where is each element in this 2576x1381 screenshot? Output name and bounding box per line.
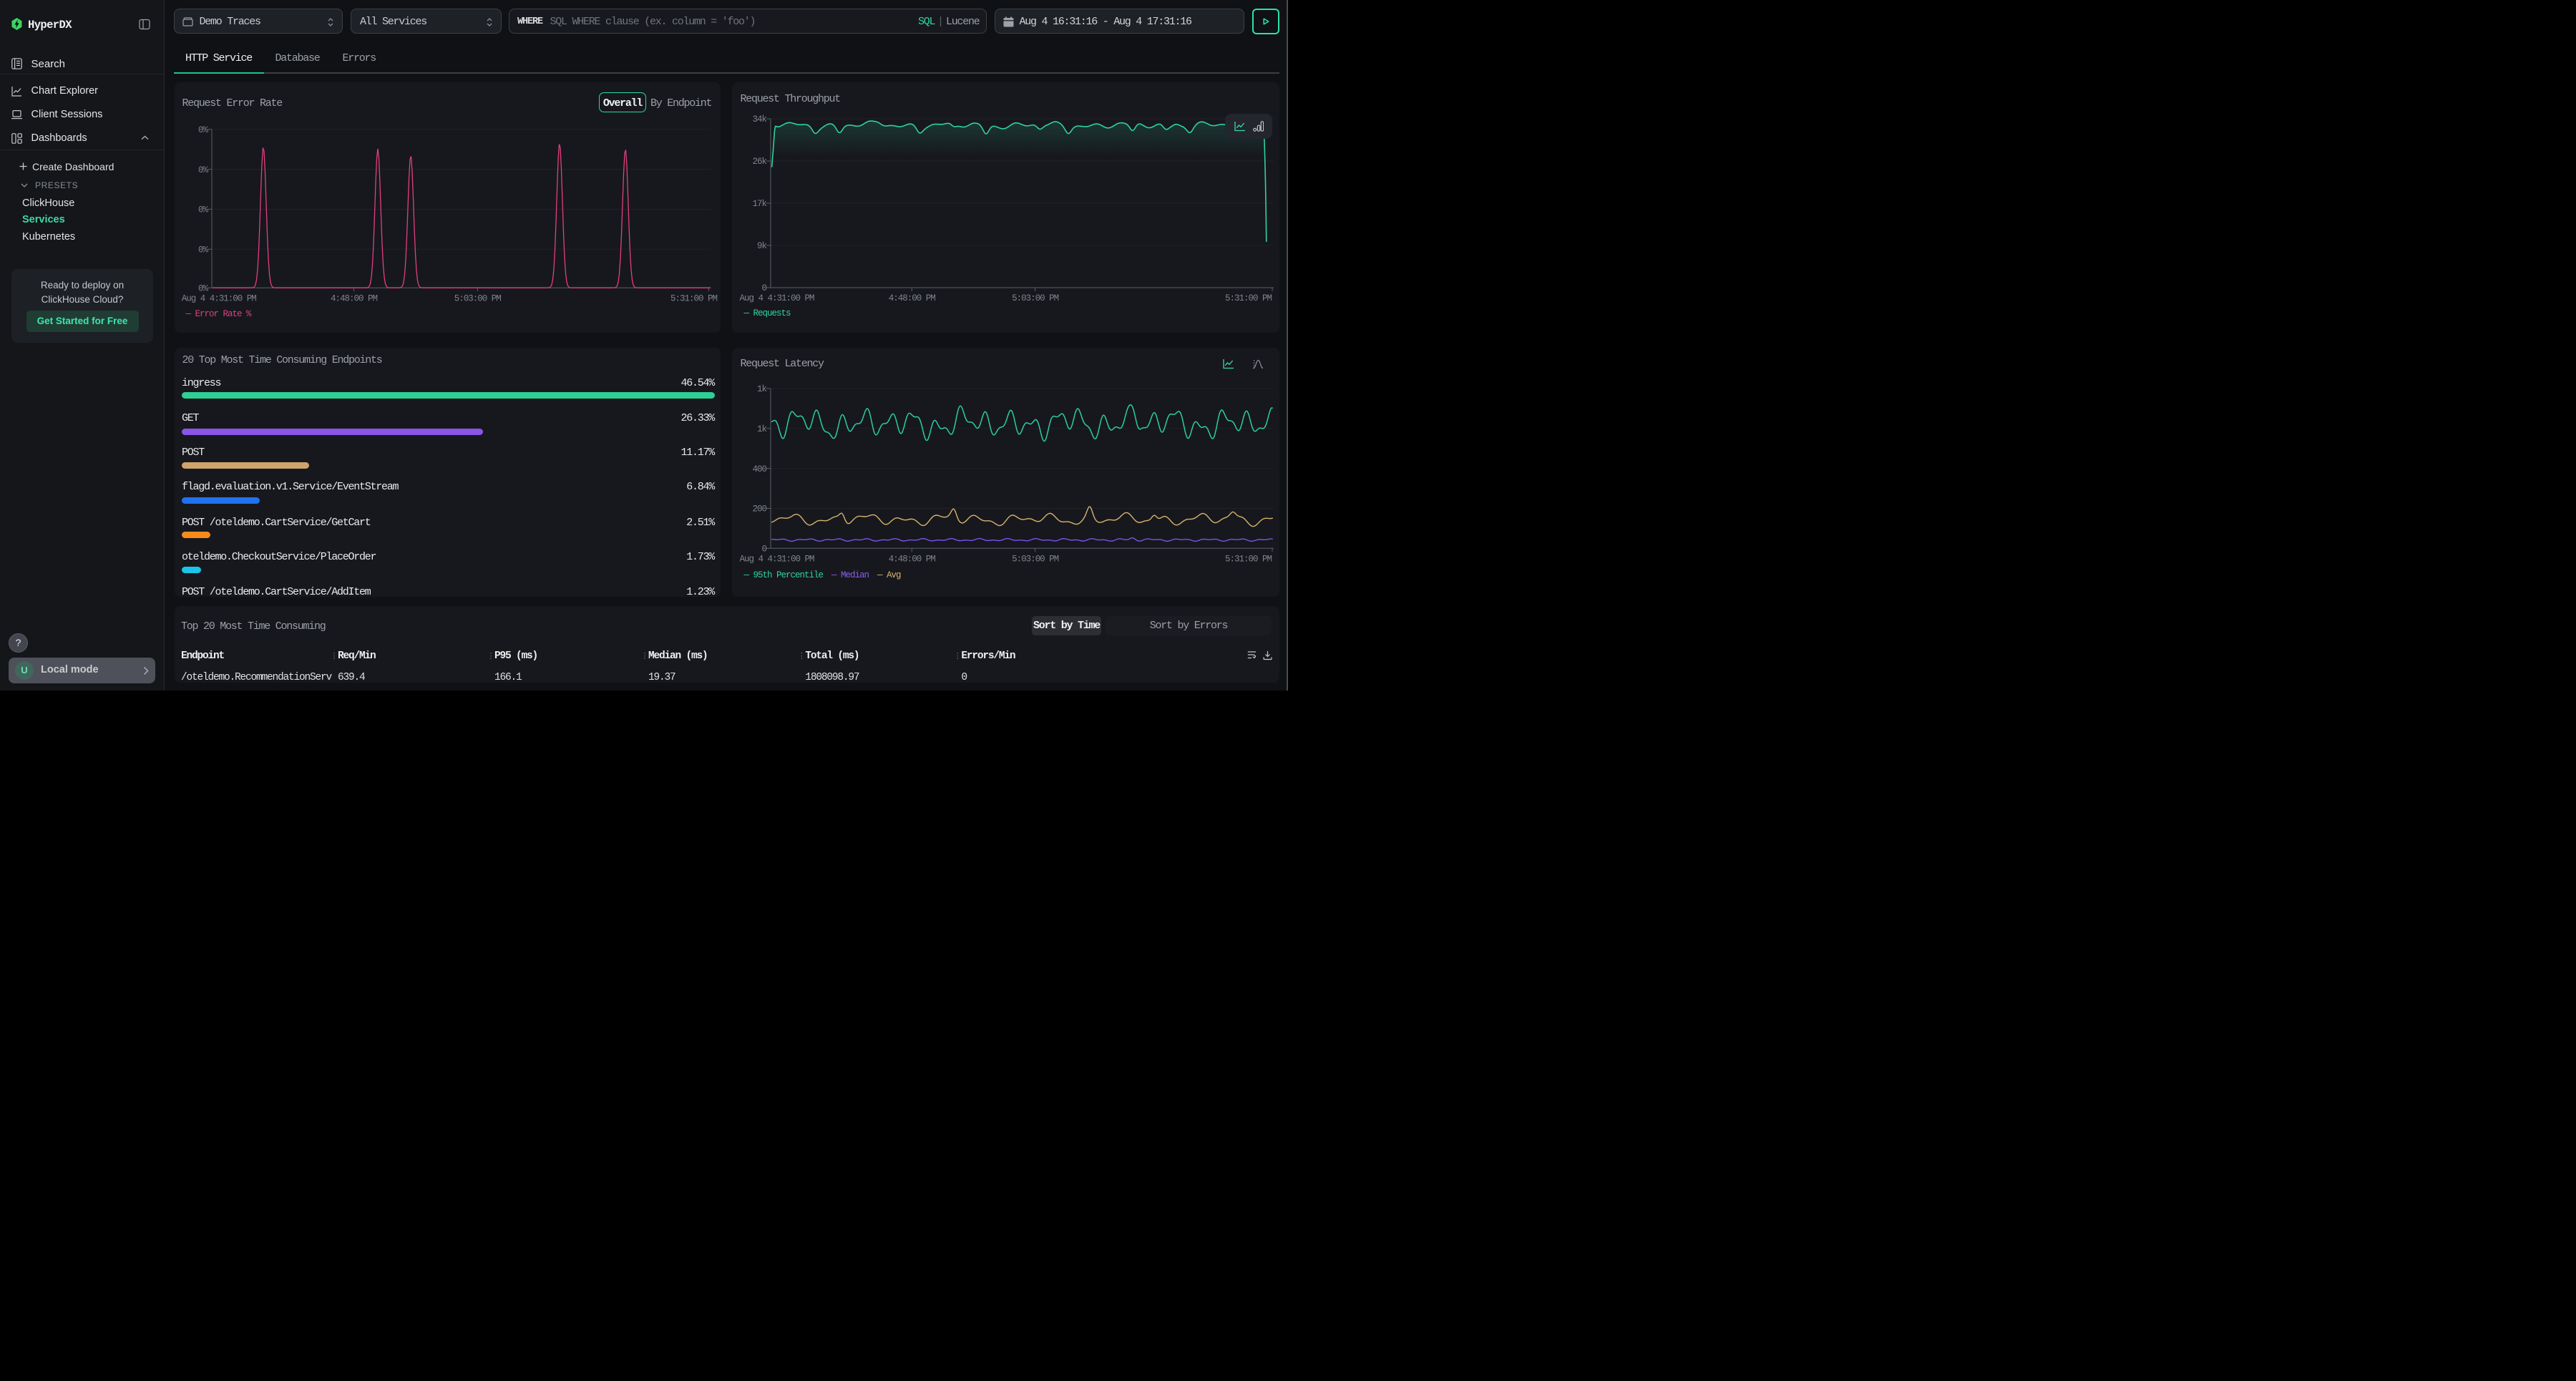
svg-text:Aug 4 4:31:00 PM: Aug 4 4:31:00 PM: [740, 555, 815, 565]
svg-text:5:03:00 PM: 5:03:00 PM: [1012, 293, 1059, 303]
svg-text:26k: 26k: [752, 157, 766, 167]
svg-text:5:31:00 PM: 5:31:00 PM: [1225, 555, 1272, 565]
svg-text:5:03:00 PM: 5:03:00 PM: [1012, 555, 1059, 565]
svg-text:0%: 0%: [198, 245, 209, 255]
svg-text:0%: 0%: [198, 283, 209, 293]
svg-text:9k: 9k: [757, 241, 767, 251]
svg-text:400: 400: [752, 464, 766, 474]
svg-text:5:03:00 PM: 5:03:00 PM: [454, 293, 502, 303]
svg-text:Aug 4 4:31:00 PM: Aug 4 4:31:00 PM: [740, 293, 815, 303]
svg-text:0: 0: [761, 545, 766, 555]
svg-text:0%: 0%: [198, 125, 209, 135]
svg-text:34k: 34k: [752, 114, 766, 125]
svg-text:4:48:00 PM: 4:48:00 PM: [331, 293, 378, 303]
svg-text:1k: 1k: [757, 424, 767, 434]
svg-text:Aug 4 4:31:00 PM: Aug 4 4:31:00 PM: [182, 293, 257, 303]
svg-text:1k: 1k: [757, 384, 767, 394]
svg-text:17k: 17k: [752, 199, 766, 209]
svg-text:5:31:00 PM: 5:31:00 PM: [1225, 293, 1272, 303]
svg-text:0: 0: [761, 283, 766, 293]
svg-text:0%: 0%: [198, 165, 209, 175]
svg-text:4:48:00 PM: 4:48:00 PM: [889, 293, 936, 303]
svg-text:4:48:00 PM: 4:48:00 PM: [889, 555, 936, 565]
svg-text:0%: 0%: [198, 205, 209, 215]
svg-text:5:31:00 PM: 5:31:00 PM: [670, 293, 718, 303]
svg-text:200: 200: [752, 504, 766, 514]
